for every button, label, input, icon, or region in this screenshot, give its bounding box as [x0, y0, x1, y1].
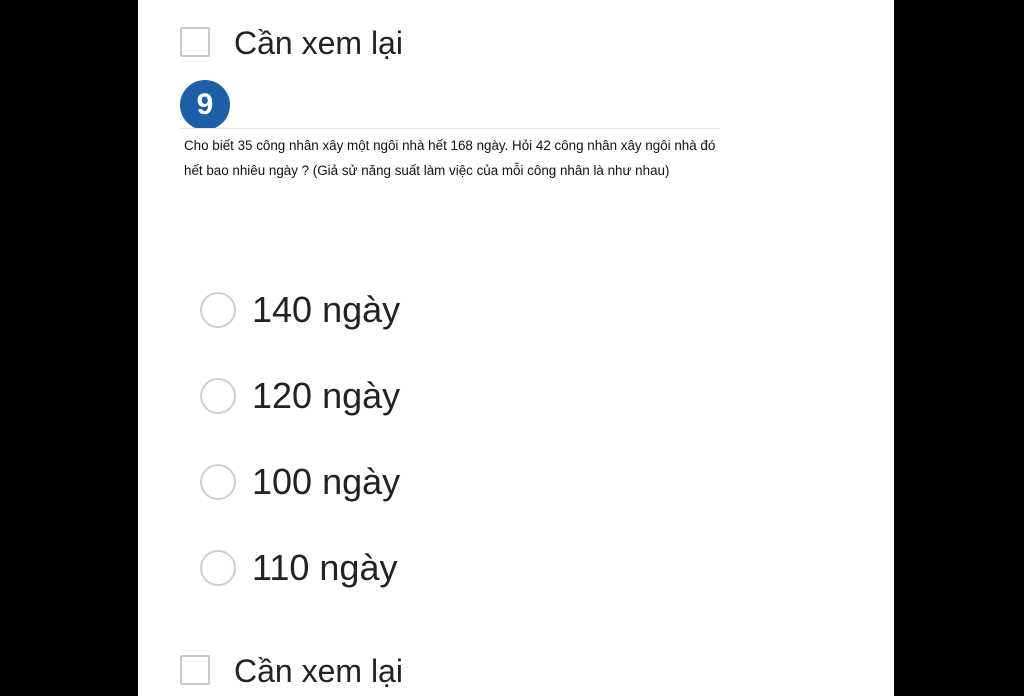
question-number-badge: 9	[180, 80, 230, 130]
question-image: Cho biết 35 công nhân xây một ngôi nhà h…	[180, 128, 720, 204]
answer-option-3[interactable]: 100 ngày	[200, 460, 400, 504]
review-label: Cần xem lại	[234, 25, 403, 61]
review-label: Cần xem lại	[234, 653, 403, 689]
radio-icon[interactable]	[200, 550, 236, 586]
review-toggle-top[interactable]: Cần xem lại	[180, 22, 403, 62]
answer-option-label: 120 ngày	[252, 375, 401, 416]
radio-icon[interactable]	[200, 292, 236, 328]
answer-options: 140 ngày 120 ngày 100 ngày 110 ngày	[200, 288, 400, 632]
answer-option-2[interactable]: 120 ngày	[200, 374, 400, 418]
answer-option-label: 100 ngày	[252, 461, 401, 502]
radio-icon[interactable]	[200, 464, 236, 500]
answer-option-label: 140 ngày	[252, 289, 401, 330]
checkbox-icon[interactable]	[180, 655, 210, 685]
checkbox-icon[interactable]	[180, 27, 210, 57]
question-text: Cho biết 35 công nhân xây một ngôi nhà h…	[184, 138, 716, 178]
answer-option-4[interactable]: 110 ngày	[200, 546, 400, 590]
answer-option-label: 110 ngày	[252, 547, 398, 588]
answer-option-1[interactable]: 140 ngày	[200, 288, 400, 332]
radio-icon[interactable]	[200, 378, 236, 414]
quiz-card: Cần xem lại 9 Cho biết 35 công nhân xây …	[138, 0, 894, 696]
review-toggle-bottom[interactable]: Cần xem lại	[180, 650, 403, 690]
